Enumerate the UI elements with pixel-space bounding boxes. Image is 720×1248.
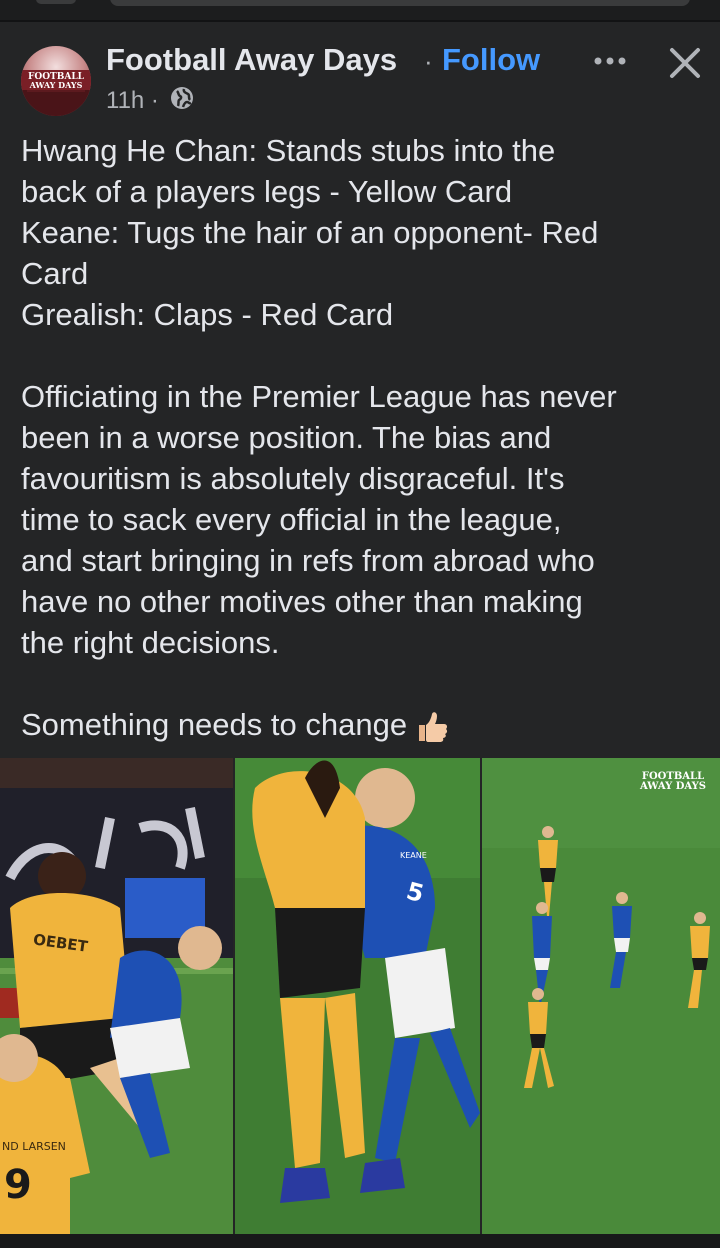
post-blank-line bbox=[21, 663, 711, 704]
post-line: Keane: Tugs the hair of an opponent- Red bbox=[21, 215, 599, 250]
post-media-collage[interactable]: OEBET ND LARSEN 9 5 KEANE FOOTBALL AWAY … bbox=[0, 758, 720, 1234]
name-separator: · bbox=[424, 46, 433, 76]
post-line: Hwang He Chan: Stands stubs into the bbox=[21, 133, 556, 168]
follow-button[interactable]: Follow bbox=[442, 42, 540, 78]
page-avatar[interactable]: FOOTBALL AWAY DAYS bbox=[21, 46, 91, 116]
photo-2-image: 5 KEANE bbox=[235, 758, 480, 1234]
photo-1-image: OEBET ND LARSEN 9 bbox=[0, 758, 233, 1234]
photo-2[interactable]: 5 KEANE bbox=[235, 758, 480, 1234]
post-line: been in a worse position. The bias and bbox=[21, 420, 552, 455]
media-watermark: FOOTBALL AWAY DAYS bbox=[640, 772, 706, 792]
post-blank-line bbox=[21, 335, 711, 376]
thumbs-up-icon bbox=[415, 710, 449, 744]
top-bar-element bbox=[36, 0, 76, 4]
page-name-link[interactable]: Football Away Days bbox=[106, 42, 397, 78]
post-timestamp[interactable]: 11h · bbox=[106, 87, 159, 114]
watermark-line-2: AWAY DAYS bbox=[639, 781, 706, 792]
post-body: Hwang He Chan: Stands stubs into the bac… bbox=[21, 130, 711, 745]
photo-1[interactable]: OEBET ND LARSEN 9 bbox=[0, 758, 233, 1234]
post-line-final: Something needs to change bbox=[21, 704, 711, 745]
post-line: Officiating in the Premier League has ne… bbox=[21, 379, 617, 414]
post-line: Grealish: Claps - Red Card bbox=[21, 297, 394, 332]
avatar-logo: FOOTBALL AWAY DAYS bbox=[21, 70, 91, 116]
avatar-text-2: AWAY DAYS bbox=[29, 80, 83, 90]
post-line: time to sack every official in the leagu… bbox=[21, 502, 562, 537]
post-bottom-divider bbox=[0, 1234, 720, 1248]
post-line: and start bringing in refs from abroad w… bbox=[21, 543, 595, 578]
globe-icon bbox=[170, 86, 194, 117]
close-post-button[interactable] bbox=[664, 42, 706, 84]
post-line: back of a players legs - Yellow Card bbox=[21, 174, 513, 209]
photo-1-shirt-name: ND LARSEN bbox=[2, 1140, 66, 1153]
more-horizontal-icon bbox=[594, 57, 626, 65]
post-line: Card bbox=[21, 256, 89, 291]
top-bar-search-strip[interactable] bbox=[110, 0, 690, 6]
photo-3-image bbox=[482, 758, 720, 1234]
post-line: have no other motives other than making bbox=[21, 584, 583, 619]
post-line: the right decisions. bbox=[21, 625, 280, 660]
photo-2-shirt-name: KEANE bbox=[400, 851, 427, 860]
close-icon bbox=[670, 48, 700, 78]
photo-1-shirt-number: 9 bbox=[4, 1162, 32, 1208]
more-options-button[interactable] bbox=[590, 46, 630, 76]
post-meta: 11h · bbox=[106, 86, 194, 117]
photo-3[interactable]: FOOTBALL AWAY DAYS bbox=[482, 758, 720, 1234]
feed-post: FOOTBALL AWAY DAYS Football Away Days · … bbox=[0, 22, 720, 1248]
post-line: Something needs to change bbox=[21, 707, 408, 742]
post-line: favouritism is absolutely disgraceful. I… bbox=[21, 461, 565, 496]
top-bar bbox=[0, 0, 720, 22]
